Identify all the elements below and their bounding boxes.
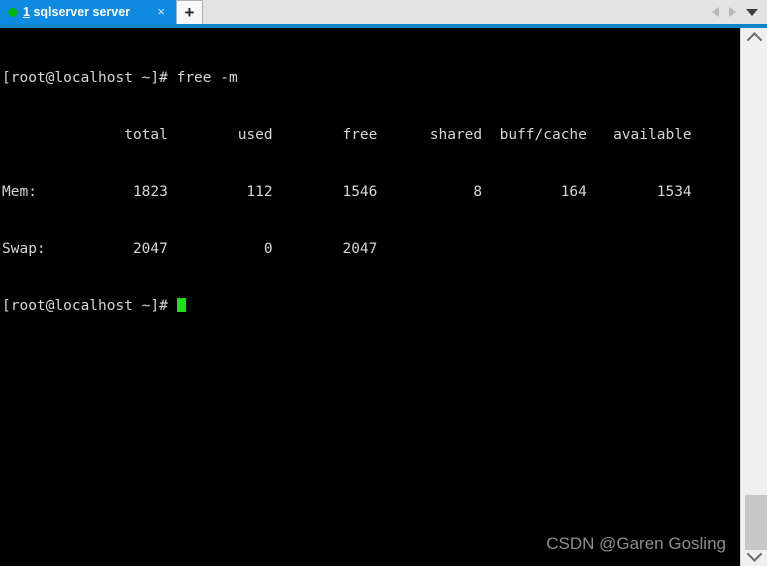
terminal-line-mem: Mem: 1823 112 1546 8 164 1534 [2, 184, 692, 200]
previous-tab-arrow-icon[interactable] [712, 7, 719, 17]
tab-title-text: sqlserver server [33, 5, 131, 19]
terminal-cursor [176, 298, 186, 312]
watermark-text: CSDN @Garen Gosling [546, 534, 726, 553]
chevron-down-icon [746, 546, 762, 562]
tab-status-dot [8, 7, 17, 17]
terminal-output-area[interactable]: [root@localhost ~]# free -m total used f… [0, 28, 740, 566]
tab-bar-controls [712, 0, 767, 24]
chevron-up-icon [746, 32, 762, 48]
tab-bar: 1 sqlserver server × + [0, 0, 767, 24]
scroll-down-button[interactable] [741, 546, 767, 564]
terminal-line-header: total used free shared buff/cache availa… [2, 127, 692, 143]
scrollbar-thumb[interactable] [745, 495, 767, 550]
terminal-window: 1 sqlserver server × + [root@localhost ~… [0, 0, 767, 566]
scroll-up-button[interactable] [741, 30, 767, 48]
terminal-prompt-text: [root@localhost ~]# [2, 298, 177, 314]
tab-index: 1 [23, 5, 30, 19]
tab-title: 1 sqlserver server [23, 0, 130, 24]
tab-sqlserver-server[interactable]: 1 sqlserver server × [0, 0, 176, 24]
terminal-line-command: [root@localhost ~]# free -m [2, 70, 238, 86]
vertical-scrollbar[interactable] [740, 28, 767, 566]
terminal-lines: [root@localhost ~]# free -m total used f… [0, 28, 740, 354]
chevron-down-icon[interactable] [746, 8, 758, 16]
close-icon[interactable]: × [147, 0, 172, 24]
next-tab-arrow-icon[interactable] [729, 7, 736, 17]
terminal-line-prompt: [root@localhost ~]# [2, 297, 740, 316]
tab-bar-spacer [203, 0, 712, 24]
new-tab-button[interactable]: + [176, 0, 203, 24]
terminal-line-swap: Swap: 2047 0 2047 [2, 241, 378, 257]
